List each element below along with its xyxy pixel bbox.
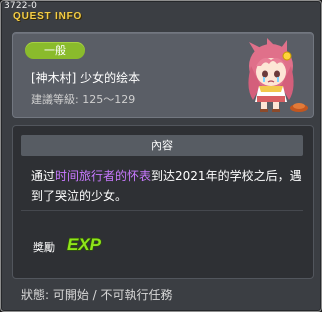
reward-label: 獎勵 xyxy=(33,241,55,254)
category-badge: 一般 xyxy=(25,42,85,59)
npc-girl-icon xyxy=(248,38,308,112)
quest-id: 3722-0 xyxy=(4,1,38,11)
content-section-header: 內容 xyxy=(21,135,303,156)
quest-name: [神木村] 少女的绘本 xyxy=(31,71,141,85)
quest-info-window: 3722-0 QUEST INFO 一般 [神木村] 少女的绘本 建議等級: 1… xyxy=(0,0,322,312)
quest-status: 狀態: 可開始 / 不可執行任務 xyxy=(21,288,173,302)
description-prefix: 通过 xyxy=(31,169,56,183)
recommended-level: 建議等級: 125〜129 xyxy=(31,93,136,106)
window-title: QUEST INFO xyxy=(13,11,83,22)
content-divider xyxy=(21,210,303,211)
quest-content-panel: 內容 通过时间旅行者的怀表到达2021年的学校之后，遇到了哭泣的少女。 獎勵 E… xyxy=(12,125,314,279)
quest-header-panel: 一般 [神木村] 少女的绘本 建議等級: 125〜129 xyxy=(12,32,314,118)
exp-label: EXP xyxy=(67,235,102,254)
exp-reward-icon[interactable]: EXP xyxy=(65,231,105,255)
item-link-pocket-watch[interactable]: 时间旅行者的怀表 xyxy=(55,169,151,183)
quest-description: 通过时间旅行者的怀表到达2021年的学校之后，遇到了哭泣的少女。 xyxy=(31,166,303,206)
